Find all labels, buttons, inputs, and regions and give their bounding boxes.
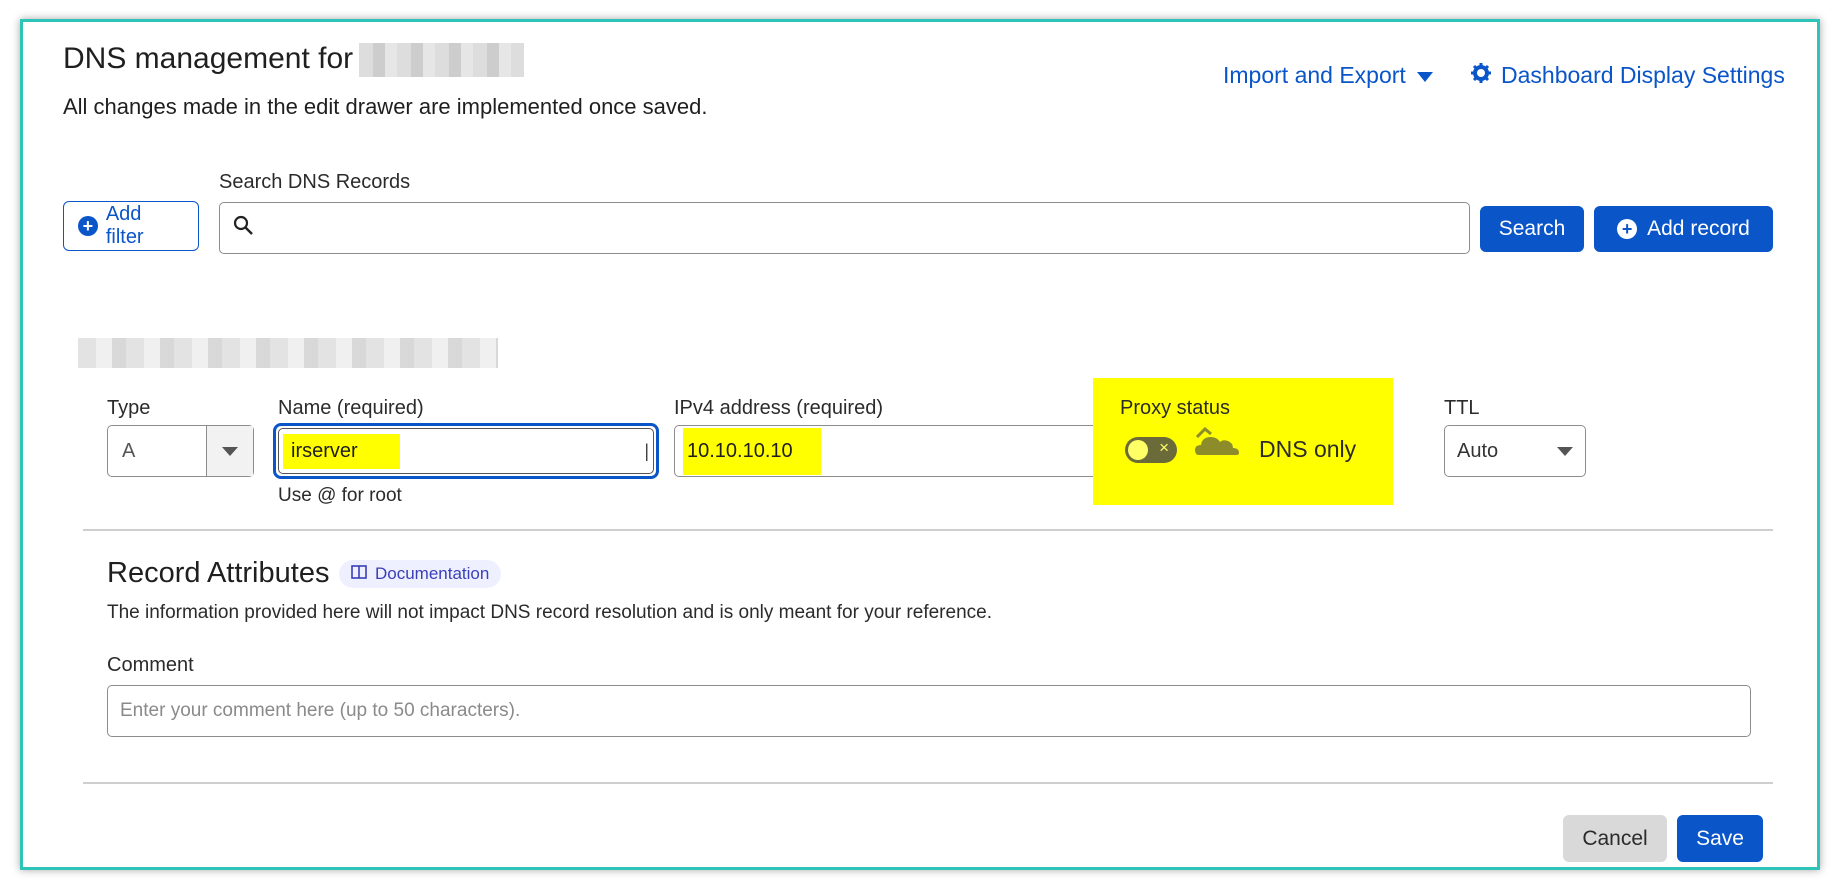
redacted-record-summary: [78, 338, 498, 368]
documentation-badge[interactable]: Documentation: [339, 560, 502, 588]
add-record-button[interactable]: + Add record: [1594, 206, 1773, 252]
comment-label: Comment: [107, 654, 194, 676]
search-input[interactable]: [219, 202, 1470, 254]
ipv4-label: IPv4 address (required): [674, 397, 883, 419]
footer-divider: [83, 782, 1773, 784]
record-attributes-description: The information provided here will not i…: [107, 602, 992, 623]
ttl-value: Auto: [1457, 439, 1499, 462]
save-button[interactable]: Save: [1677, 815, 1763, 862]
gear-icon: [1471, 62, 1491, 89]
search-label: Search DNS Records: [219, 171, 411, 193]
add-filter-button[interactable]: + Add filter: [63, 201, 199, 251]
ipv4-value: 10.10.10.10: [683, 427, 821, 475]
name-field-focus-ring: irserver |: [273, 423, 659, 479]
type-value: A: [122, 439, 136, 462]
toggle-knob: [1128, 440, 1148, 460]
import-export-menu[interactable]: Import and Export: [1223, 62, 1434, 89]
ipv4-input[interactable]: 10.10.10.10: [674, 425, 1102, 477]
redacted-domain: [359, 43, 525, 78]
caret-down-icon: [1416, 62, 1434, 89]
type-label: Type: [107, 397, 151, 419]
ttl-select[interactable]: Auto: [1444, 425, 1586, 477]
name-value: irserver: [283, 433, 400, 469]
text-cursor-icon: |: [644, 440, 649, 461]
add-filter-label: Add filter: [105, 203, 144, 248]
page-title-text: DNS management for: [63, 42, 354, 75]
page-subtitle: All changes made in the edit drawer are …: [63, 94, 708, 119]
add-record-label: Add record: [1647, 217, 1750, 240]
proxy-toggle[interactable]: ×: [1125, 437, 1177, 463]
plus-circle-icon: +: [78, 216, 98, 236]
close-icon: ×: [1159, 438, 1169, 457]
proxy-status-value: DNS only: [1259, 436, 1357, 462]
save-label: Save: [1696, 826, 1744, 850]
section-divider: [83, 529, 1773, 531]
name-label: Name (required): [278, 397, 424, 419]
chevron-down-icon: [206, 426, 253, 476]
comment-placeholder: Enter your comment here (up to 50 charac…: [120, 700, 521, 721]
cancel-label: Cancel: [1582, 826, 1648, 850]
dns-management-panel: DNS management for All changes made in t…: [20, 19, 1820, 870]
search-icon: [232, 214, 254, 242]
cancel-button[interactable]: Cancel: [1563, 815, 1667, 862]
record-attributes-heading: Record Attributes: [107, 557, 330, 589]
documentation-label: Documentation: [375, 564, 490, 583]
search-button[interactable]: Search: [1480, 206, 1584, 252]
proxy-status-label: Proxy status: [1120, 397, 1231, 419]
page-title: DNS management for: [63, 42, 525, 78]
dashboard-display-settings-link[interactable]: Dashboard Display Settings: [1471, 62, 1785, 89]
plus-circle-icon: +: [1617, 219, 1638, 239]
chevron-down-icon: [1557, 446, 1573, 456]
name-input[interactable]: irserver |: [278, 428, 654, 474]
comment-input[interactable]: Enter your comment here (up to 50 charac…: [107, 685, 1751, 737]
book-icon: [351, 564, 367, 584]
search-button-label: Search: [1498, 217, 1566, 240]
dashboard-settings-label: Dashboard Display Settings: [1501, 62, 1785, 88]
name-hint: Use @ for root: [278, 485, 402, 506]
type-select[interactable]: A: [107, 425, 254, 477]
cloud-off-icon: [1193, 426, 1241, 466]
import-export-label: Import and Export: [1223, 62, 1406, 88]
ttl-label: TTL: [1444, 397, 1480, 419]
